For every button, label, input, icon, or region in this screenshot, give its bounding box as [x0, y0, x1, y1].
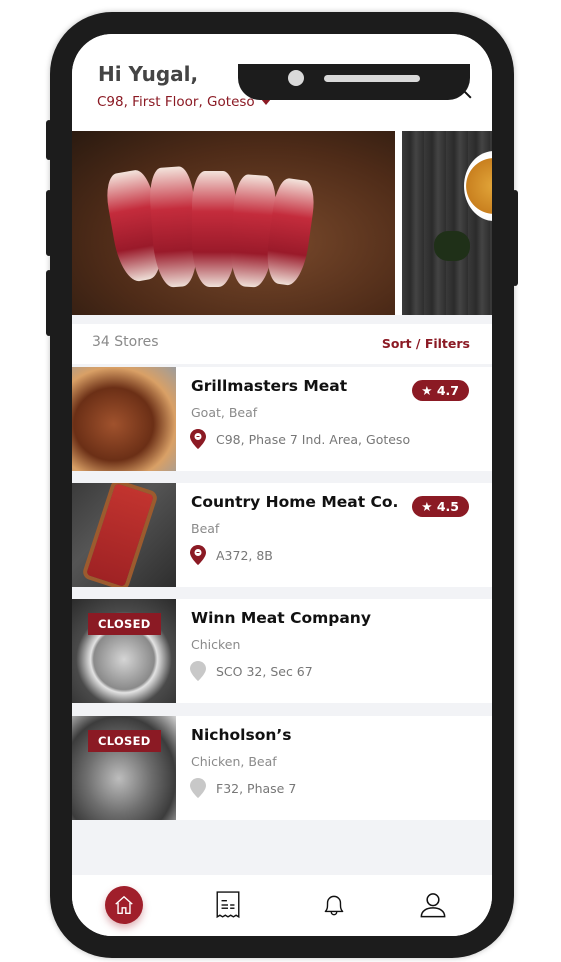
store-location: C98, Phase 7 Ind. Area, Goteso [190, 429, 410, 449]
bottle [434, 231, 470, 261]
meat-board [86, 483, 154, 587]
store-categories: Chicken, Beaf [191, 754, 277, 769]
store-location: A372, 8B [190, 545, 273, 565]
store-name: Country Home Meat Co. [191, 493, 399, 511]
address-selector[interactable]: C98, First Floor, Goteso [97, 94, 271, 110]
location-pin-icon [190, 429, 206, 449]
bottom-tab-bar [72, 875, 492, 936]
list-header: 34 Stores Sort / Filters [72, 324, 492, 364]
location-pin-icon [190, 661, 206, 681]
speaker [324, 75, 420, 82]
user-icon [420, 893, 446, 918]
tab-orders[interactable] [208, 885, 248, 925]
store-card[interactable]: CLOSED Nicholson’s Chicken, Beaf F32, Ph… [72, 716, 492, 820]
store-card[interactable]: Grillmasters Meat ★ 4.7 Goat, Beaf C98, … [72, 367, 492, 471]
store-address: A372, 8B [216, 547, 273, 563]
store-thumbnail: CLOSED [72, 599, 176, 703]
notch [238, 64, 470, 100]
store-categories: Goat, Beaf [191, 405, 258, 420]
banner-lamb-chops[interactable] [72, 131, 395, 315]
tab-home[interactable] [105, 886, 143, 924]
store-name: Winn Meat Company [191, 609, 371, 627]
volume-up-button [46, 190, 52, 256]
tab-profile[interactable] [413, 885, 453, 925]
store-card[interactable]: CLOSED Winn Meat Company Chicken SCO 32,… [72, 599, 492, 703]
store-count: 34 Stores [92, 334, 159, 350]
store-thumbnail [72, 367, 176, 471]
tab-notifications[interactable] [314, 885, 354, 925]
closed-badge: CLOSED [88, 730, 161, 752]
store-categories: Chicken [191, 637, 241, 652]
rating-badge: ★ 4.5 [412, 496, 469, 517]
sort-filters-button[interactable]: Sort / Filters [382, 336, 470, 351]
closed-badge: CLOSED [88, 613, 161, 635]
home-icon [115, 895, 133, 914]
store-name: Grillmasters Meat [191, 377, 348, 395]
camera [288, 70, 304, 86]
power-button [512, 190, 518, 286]
address-label: C98, First Floor, Goteso [97, 94, 255, 110]
store-thumbnail [72, 483, 176, 587]
store-address: SCO 32, Sec 67 [216, 663, 313, 679]
store-categories: Beaf [191, 521, 220, 536]
store-name: Nicholson’s [191, 726, 292, 744]
banner-carousel[interactable] [72, 131, 492, 315]
meat-shape [192, 171, 236, 287]
app-screen: Hi Yugal, C98, First Floor, Goteso 34 St… [72, 34, 492, 936]
location-pin-icon [190, 545, 206, 565]
store-location: F32, Phase 7 [190, 778, 296, 798]
store-address: C98, Phase 7 Ind. Area, Goteso [216, 431, 411, 447]
greeting: Hi Yugal, [98, 62, 199, 86]
bell-icon [324, 895, 344, 916]
mute-switch [46, 120, 52, 160]
store-card[interactable]: Country Home Meat Co. ★ 4.5 Beaf A372, 8… [72, 483, 492, 587]
receipt-icon [216, 891, 240, 919]
location-pin-icon [190, 778, 206, 798]
store-thumbnail: CLOSED [72, 716, 176, 820]
rating-badge: ★ 4.7 [412, 380, 469, 401]
volume-down-button [46, 270, 52, 336]
store-address: F32, Phase 7 [216, 780, 297, 796]
store-location: SCO 32, Sec 67 [190, 661, 313, 681]
